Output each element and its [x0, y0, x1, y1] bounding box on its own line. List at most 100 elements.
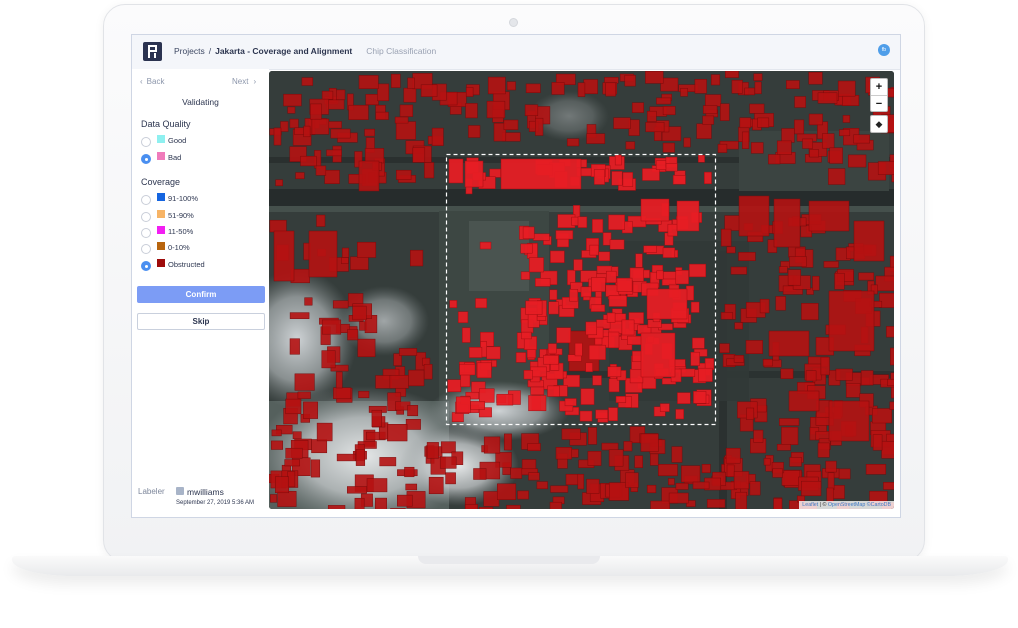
building-footprint — [335, 371, 343, 389]
building-footprint — [577, 473, 585, 490]
building-footprint — [775, 296, 786, 311]
swatch-0-10 — [157, 242, 165, 250]
radio-11-50[interactable] — [141, 228, 151, 238]
map-view[interactable]: + − ◆ Leaflet | © OpenStreetMap ©CartoDB — [269, 71, 894, 509]
radio-51-90[interactable] — [141, 212, 151, 222]
building-footprint — [284, 459, 300, 467]
building-footprint — [734, 322, 743, 330]
building-footprint — [710, 74, 721, 86]
building-footprint — [396, 169, 412, 180]
building-footprint — [412, 147, 426, 163]
building-footprint — [423, 364, 433, 380]
building-footprint — [462, 327, 471, 343]
radio-bad[interactable] — [141, 154, 151, 164]
building-footprint — [561, 428, 581, 440]
building-footprint — [698, 367, 713, 382]
layers-icon[interactable]: ◆ — [870, 115, 888, 133]
building-footprint — [692, 481, 710, 490]
building-footprint — [759, 298, 770, 314]
building-footprint — [780, 368, 794, 379]
skip-button[interactable]: Skip — [137, 313, 265, 330]
building-footprint — [358, 390, 370, 399]
building-footprint — [573, 259, 583, 271]
building-footprint — [273, 230, 295, 282]
building-footprint — [671, 446, 683, 463]
building-footprint — [646, 484, 657, 494]
building-footprint — [643, 245, 657, 253]
building-footprint — [598, 251, 611, 262]
building-footprint — [571, 216, 579, 226]
building-footprint — [890, 347, 894, 366]
radio-0-10[interactable] — [141, 244, 151, 254]
building-footprint — [842, 115, 851, 123]
building-footprint — [336, 89, 346, 100]
building-footprint — [366, 478, 388, 493]
building-footprint — [431, 127, 444, 146]
zoom-out-button[interactable]: − — [871, 95, 887, 112]
breadcrumb-projects-link[interactable]: Projects — [174, 46, 205, 56]
building-footprint — [448, 158, 464, 184]
building-footprint — [661, 278, 677, 286]
building-footprint — [468, 347, 483, 358]
building-footprint — [886, 326, 894, 338]
building-footprint — [776, 140, 792, 155]
building-footprint — [297, 391, 311, 399]
building-footprint — [543, 355, 559, 365]
building-footprint — [720, 103, 730, 121]
building-footprint — [685, 285, 694, 301]
carto-link[interactable]: ©CartoDB — [865, 502, 891, 508]
building-footprint — [564, 398, 577, 407]
next-button[interactable]: Next › — [232, 77, 256, 86]
radio-obstructed[interactable] — [141, 261, 151, 271]
osm-link[interactable]: OpenStreetMap — [828, 502, 865, 508]
building-footprint — [724, 215, 740, 231]
labeler-timestamp: September 27, 2019 5:36 AM — [176, 500, 255, 506]
building-footprint — [504, 433, 512, 451]
user-avatar[interactable]: fb — [878, 44, 890, 56]
building-footprint — [608, 407, 618, 422]
building-footprint — [634, 455, 643, 468]
building-footprint — [725, 71, 739, 78]
building-footprint — [650, 500, 670, 509]
building-footprint — [528, 395, 547, 412]
zoom-in-button[interactable]: + — [871, 79, 887, 95]
leaflet-link[interactable]: Leaflet — [802, 502, 818, 508]
zoom-control: + − — [870, 78, 888, 112]
building-footprint — [358, 160, 380, 192]
building-footprint — [549, 289, 558, 300]
building-footprint — [328, 121, 342, 129]
building-footprint — [300, 155, 317, 167]
building-footprint — [662, 142, 675, 153]
building-footprint — [646, 110, 657, 122]
building-footprint — [763, 458, 771, 466]
building-footprint — [593, 169, 605, 185]
building-footprint — [375, 111, 389, 120]
building-footprint — [823, 261, 839, 268]
swatch-51-90 — [157, 210, 165, 218]
building-footprint — [375, 375, 392, 389]
building-footprint — [738, 252, 756, 261]
building-footprint — [838, 468, 851, 480]
building-footprint — [742, 131, 750, 149]
building-footprint — [352, 305, 367, 321]
building-footprint — [772, 468, 783, 478]
building-footprint — [379, 457, 397, 467]
building-footprint — [678, 368, 696, 377]
building-footprint — [506, 81, 516, 91]
building-footprint — [489, 168, 501, 178]
building-footprint — [645, 71, 664, 84]
building-footprint — [768, 154, 781, 165]
back-button[interactable]: ‹ Back — [140, 77, 164, 86]
confirm-button[interactable]: Confirm — [137, 286, 265, 303]
building-footprint — [405, 483, 418, 491]
building-footprint — [528, 472, 540, 481]
building-footprint — [387, 424, 408, 442]
building-footprint — [285, 398, 302, 415]
app-logo[interactable] — [143, 42, 162, 61]
building-footprint — [680, 88, 688, 97]
radio-91-100[interactable] — [141, 195, 151, 205]
radio-good[interactable] — [141, 137, 151, 147]
building-footprint — [745, 340, 763, 354]
breadcrumb-project-name[interactable]: Jakarta - Coverage and Alignment — [215, 46, 352, 56]
building-footprint — [720, 312, 733, 320]
